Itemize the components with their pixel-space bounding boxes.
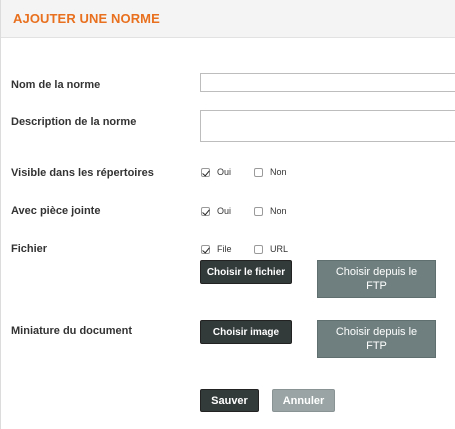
attachment-non-label: Non	[270, 206, 287, 216]
choose-file-button[interactable]: Choisir le fichier	[200, 260, 292, 284]
file-checkbox[interactable]	[201, 244, 210, 254]
add-norm-panel: AJOUTER UNE NORME Nom de la norme Descri…	[0, 0, 455, 429]
visible-label: Visible dans les répertoires	[11, 167, 154, 179]
attachment-oui-checkbox[interactable]	[201, 206, 210, 216]
name-input[interactable]	[200, 73, 455, 92]
visible-non-checkbox[interactable]	[254, 167, 263, 177]
file-option[interactable]: File	[201, 244, 232, 254]
cancel-button[interactable]: Annuler	[272, 389, 335, 412]
description-input[interactable]	[200, 110, 455, 142]
attachment-oui-label: Oui	[217, 206, 232, 216]
visible-oui-checkbox[interactable]	[201, 167, 210, 177]
attachment-non-option[interactable]: Non	[254, 206, 287, 216]
choose-image-button[interactable]: Choisir image	[200, 320, 292, 344]
visible-oui-label: Oui	[217, 167, 232, 177]
panel-header: AJOUTER UNE NORME	[1, 0, 455, 38]
thumbnail-ftp-button[interactable]: Choisir depuis le FTP	[317, 320, 436, 358]
thumbnail-label: Miniature du document	[11, 325, 132, 337]
description-label: Description de la norme	[11, 116, 137, 128]
attachment-oui-option[interactable]: Oui	[201, 206, 231, 216]
attachment-non-checkbox[interactable]	[254, 206, 263, 216]
file-option-label: File	[217, 244, 232, 254]
attachment-label: Avec pièce jointe	[11, 205, 101, 217]
visible-non-label: Non	[270, 167, 287, 177]
page-title: AJOUTER UNE NORME	[13, 11, 160, 26]
file-ftp-button[interactable]: Choisir depuis le FTP	[317, 260, 436, 298]
visible-oui-option[interactable]: Oui	[201, 167, 231, 177]
visible-non-option[interactable]: Non	[254, 167, 287, 177]
url-option[interactable]: URL	[254, 244, 288, 254]
save-button[interactable]: Sauver	[200, 389, 259, 412]
url-checkbox[interactable]	[254, 244, 263, 254]
file-label: Fichier	[11, 243, 48, 255]
name-label: Nom de la norme	[11, 79, 101, 91]
url-option-label: URL	[270, 244, 289, 254]
